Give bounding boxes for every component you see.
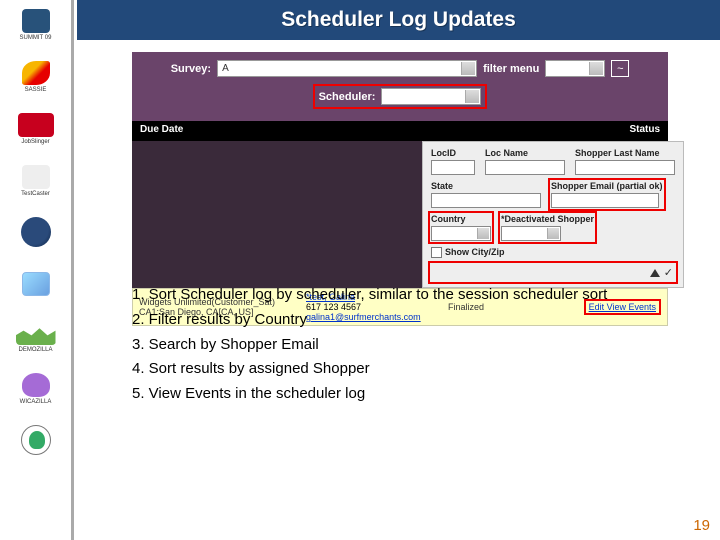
bullet-5: 5. View Events in the scheduler log [132,385,672,404]
col-due-date: Due Date [132,121,252,141]
sidebar: SUMMIT 09 SASSIE JobSlinger TestCaster D… [0,0,74,540]
country-select[interactable] [431,226,491,241]
country-label: Country [431,214,491,224]
logo-athena [3,420,68,462]
col-status: Status [402,121,668,141]
locid-label: LocID [431,148,475,158]
deact-highlight: *Deactivated Shopper [501,214,594,241]
deact-label: *Deactivated Shopper [501,214,594,224]
page-number: 19 [693,517,710,534]
survey-bar: Survey: A filter menu ~ Scheduler: [132,52,668,121]
state-label: State [431,181,541,191]
filter-right: LocID Loc Name Shopper Last Name State S… [422,141,684,288]
bullet-2: 2. Filter results by Country [132,311,672,330]
scheduler-select[interactable] [381,88,481,105]
locname-input[interactable] [485,160,565,175]
logo-testcaster: TestCaster [3,160,68,202]
logo-demozilla: DEMOZILLA [3,316,68,358]
filter-panel: LocID Loc Name Shopper Last Name State S… [132,141,668,288]
apply-button[interactable]: ~ [611,60,629,77]
showcityzip-label: Show City/Zip [445,247,505,257]
results-header: Due Date Status [132,121,668,141]
locname-label: Loc Name [485,148,565,158]
logo-surfmerchants: SUMMIT 09 [3,4,68,46]
col-mid [252,121,402,141]
survey-label: Survey: [171,63,211,75]
logo-jobslinger: JobSlinger [3,108,68,150]
showcityzip-checkbox[interactable] [431,247,442,258]
survey-select[interactable]: A [217,60,477,77]
sort-highlight: ✓ [431,264,675,281]
deact-select[interactable] [501,226,561,241]
bullet-4: 4. Sort results by assigned Shopper [132,360,672,379]
state-input[interactable] [431,193,541,208]
bullet-1: 1. Sort Scheduler log by scheduler, simi… [132,286,672,305]
locid-input[interactable] [431,160,475,175]
filter-menu-select[interactable] [545,60,605,77]
email-input[interactable] [551,193,659,208]
scheduler-label: Scheduler: [319,91,376,103]
logo-sassie: SASSIE [3,56,68,98]
country-highlight: Country [431,214,491,241]
bullet-3: 3. Search by Shopper Email [132,336,672,355]
page-title: Scheduler Log Updates [281,8,516,32]
email-label: Shopper Email (partial ok) [551,181,663,191]
sort-asc-icon[interactable] [650,269,660,277]
filter-left-dark [132,141,422,288]
lastname-label: Shopper Last Name [575,148,675,158]
bullet-list: 1. Sort Scheduler log by scheduler, simi… [132,280,672,410]
sort-check-icon: ✓ [664,266,673,279]
scheduler-highlight: Scheduler: [313,84,488,109]
logo-globe [3,212,68,254]
email-highlight: Shopper Email (partial ok) [551,181,663,208]
logo-cube [3,264,68,306]
logo-wicazilla: WICAZILLA [3,368,68,410]
filter-menu-label: filter menu [483,63,539,75]
lastname-input[interactable] [575,160,675,175]
title-bar: Scheduler Log Updates [77,0,720,40]
